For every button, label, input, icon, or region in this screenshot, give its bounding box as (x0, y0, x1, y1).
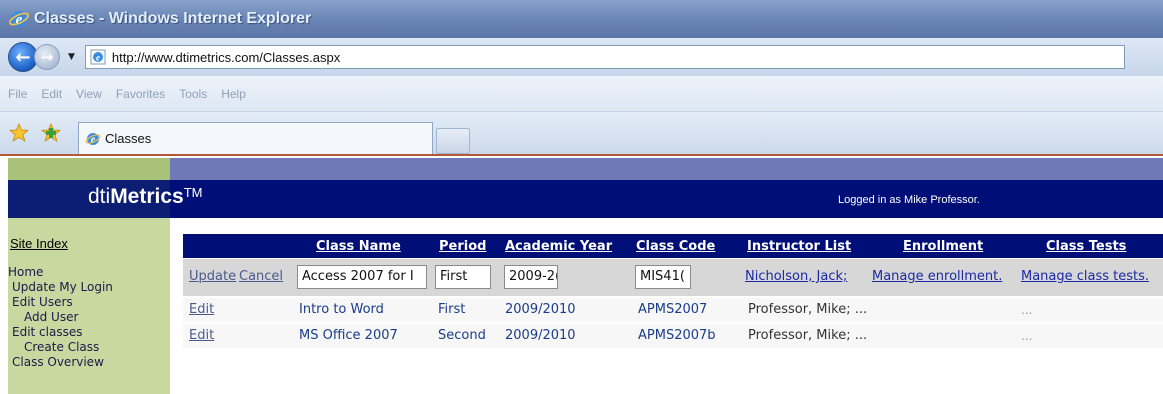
favorites-star-icon[interactable] (8, 122, 30, 144)
tab-classes[interactable]: e Classes (78, 122, 433, 154)
manage-enrollment-link[interactable]: Manage enrollment. (872, 269, 1002, 284)
sidebar-top-strip (8, 158, 170, 180)
menu-edit[interactable]: Edit (41, 87, 62, 101)
instructor-link[interactable]: Nicholson, Jack; (745, 269, 847, 284)
table-row: Edit MS Office 2007 Second 2009/2010 APM… (183, 324, 1163, 348)
forward-button[interactable]: → (34, 44, 60, 70)
menu-view[interactable]: View (76, 87, 102, 101)
class-tests-cell: ... (1021, 303, 1033, 317)
arrow-left-icon: ← (15, 46, 31, 68)
logo-bold: Metrics (110, 185, 184, 208)
menu-help[interactable]: Help (221, 87, 246, 101)
cancel-link[interactable]: Cancel (239, 269, 283, 284)
class-name-input[interactable]: Access 2007 for I (297, 265, 427, 289)
window-title-bar: e Classes - Windows Internet Explorer (0, 0, 1163, 38)
class-tests-cell: ... (1021, 329, 1033, 343)
class-code-cell: APMS2007 (638, 302, 708, 317)
header-enrollment: Enrollment (903, 239, 984, 254)
class-name-cell: Intro to Word (299, 302, 384, 317)
site-logo: dtiMetricsTM (88, 185, 203, 209)
period-cell: Second (438, 328, 486, 343)
logged-in-status: Logged in as Mike Professor. (838, 194, 980, 206)
banner-top-strip (170, 158, 1163, 180)
header-period[interactable]: Period (439, 239, 486, 254)
site-banner (170, 180, 1163, 218)
arrow-right-icon: → (40, 48, 54, 66)
tab-favicon-icon: e (85, 132, 101, 145)
menu-file[interactable]: File (8, 87, 27, 101)
academic-year-cell: 2009/2010 (505, 328, 576, 343)
logo-prefix: dti (88, 185, 111, 208)
class-code-cell: APMS2007b (638, 328, 716, 343)
sidebar-item-home[interactable]: Home (8, 265, 170, 280)
address-url: http://www.dtimetrics.com/Classes.aspx (111, 49, 341, 65)
svg-text:e: e (96, 53, 100, 63)
class-name-cell: MS Office 2007 (299, 328, 398, 343)
sidebar-item-update-my-login[interactable]: Update My Login (8, 280, 170, 295)
academic-year-input[interactable]: 2009-2( (504, 265, 558, 289)
header-instructor-list: Instructor List (747, 239, 852, 254)
header-class-code[interactable]: Class Code (636, 239, 715, 254)
sidebar-nav: Site Index Home Update My Login Edit Use… (8, 236, 170, 370)
academic-year-cell: 2009/2010 (505, 302, 576, 317)
sidebar-item-edit-classes[interactable]: Edit classes (8, 325, 170, 340)
header-class-tests: Class Tests (1046, 239, 1127, 254)
menu-favorites[interactable]: Favorites (116, 87, 165, 101)
logo-trademark: TM (183, 185, 203, 200)
sidebar-item-edit-users[interactable]: Edit Users (8, 295, 170, 310)
sidebar-item-class-overview[interactable]: Class Overview (8, 355, 170, 370)
window-title: Classes - Windows Internet Explorer (34, 10, 312, 27)
instructor-cell: Professor, Mike; ... (748, 302, 868, 317)
address-bar[interactable]: e http://www.dtimetrics.com/Classes.aspx (84, 45, 1125, 69)
tab-label: Classes (105, 131, 152, 146)
manage-class-tests-link[interactable]: Manage class tests. (1021, 269, 1149, 284)
class-code-input[interactable]: MIS41( (635, 265, 691, 289)
sidebar-item-create-class[interactable]: Create Class (8, 340, 170, 355)
tab-bar: e Classes (0, 112, 1163, 156)
menu-bar: File Edit View Favorites Tools Help (0, 76, 1163, 112)
table-row: Edit Intro to Word First 2009/2010 APMS2… (183, 298, 1163, 322)
new-tab-button[interactable] (436, 128, 470, 154)
history-dropdown-icon[interactable]: ▼ (68, 52, 75, 62)
period-cell: First (438, 302, 466, 317)
edit-link[interactable]: Edit (189, 302, 214, 317)
internet-explorer-icon: e (8, 11, 30, 28)
sidebar-item-add-user[interactable]: Add User (8, 310, 170, 325)
grid-header: Class Name Period Academic Year Class Co… (183, 234, 1163, 258)
menu-tools[interactable]: Tools (179, 87, 207, 101)
page-favicon-icon: e (90, 49, 106, 65)
instructor-cell: Professor, Mike; ... (748, 328, 868, 343)
header-class-name[interactable]: Class Name (316, 239, 401, 254)
update-link[interactable]: Update (189, 269, 236, 284)
add-favorites-icon[interactable] (40, 122, 62, 144)
header-academic-year[interactable]: Academic Year (505, 239, 612, 254)
site-index-link[interactable]: Site Index (10, 236, 170, 251)
table-row-editing: Update Cancel Access 2007 for I First 20… (183, 259, 1163, 296)
navigation-bar: ← → ▼ e http://www.dtimetrics.com/Classe… (0, 38, 1163, 76)
period-input[interactable]: First (435, 265, 491, 289)
web-page: dtiMetricsTM Logged in as Mike Professor… (8, 158, 1163, 394)
edit-link[interactable]: Edit (189, 328, 214, 343)
